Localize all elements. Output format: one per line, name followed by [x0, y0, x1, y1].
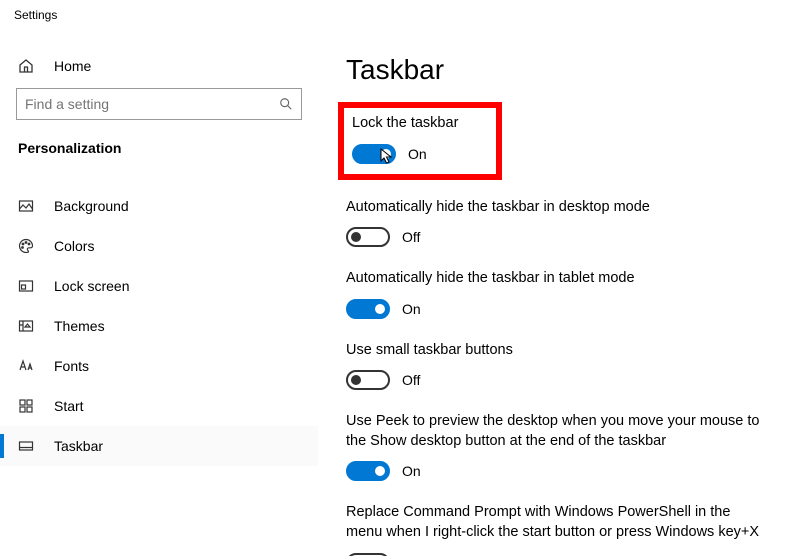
sidebar-item-label: Fonts [54, 358, 89, 374]
sidebar-item-colors[interactable]: Colors [0, 226, 318, 266]
setting-label: Lock the taskbar [352, 114, 458, 134]
toggle-powershell[interactable] [346, 553, 390, 556]
sidebar-item-themes[interactable]: Themes [0, 306, 318, 346]
setting-powershell: Replace Command Prompt with Windows Powe… [346, 503, 779, 556]
sidebar-item-start[interactable]: Start [0, 386, 318, 426]
home-icon [18, 58, 34, 74]
setting-label: Use Peek to preview the desktop when you… [346, 412, 766, 451]
toggle-autohide-tablet[interactable] [346, 299, 390, 319]
sidebar-item-label: Themes [54, 318, 105, 334]
setting-label: Replace Command Prompt with Windows Powe… [346, 503, 766, 542]
sidebar-item-label: Background [54, 198, 129, 214]
setting-label: Automatically hide the taskbar in tablet… [346, 269, 766, 289]
sidebar: Home Personalization [0, 30, 318, 556]
setting-autohide-desktop: Automatically hide the taskbar in deskto… [346, 198, 779, 248]
sidebar-item-label: Taskbar [54, 438, 103, 454]
nav-home[interactable]: Home [0, 48, 318, 84]
toggle-small-buttons[interactable] [346, 370, 390, 390]
sidebar-section-label: Personalization [0, 132, 318, 166]
image-icon [18, 198, 34, 214]
setting-autohide-tablet: Automatically hide the taskbar in tablet… [346, 269, 779, 319]
palette-icon [18, 238, 34, 254]
setting-label: Automatically hide the taskbar in deskto… [346, 198, 766, 218]
settings-window: Settings Home [0, 0, 803, 556]
setting-label: Use small taskbar buttons [346, 341, 766, 361]
fonts-icon [18, 358, 34, 374]
sidebar-item-background[interactable]: Background [0, 186, 318, 226]
search-field[interactable] [25, 96, 279, 112]
search-input[interactable] [16, 88, 302, 120]
content-pane: Taskbar Lock the taskbar On [318, 30, 803, 556]
sidebar-item-lockscreen[interactable]: Lock screen [0, 266, 318, 306]
sidebar-item-fonts[interactable]: Fonts [0, 346, 318, 386]
toggle-autohide-desktop[interactable] [346, 227, 390, 247]
toggle-state: Off [402, 229, 420, 245]
toggle-state: On [408, 146, 427, 162]
sidebar-item-label: Colors [54, 238, 94, 254]
toggle-state: On [402, 301, 421, 317]
taskbar-icon [18, 438, 34, 454]
start-icon [18, 398, 34, 414]
page-title: Taskbar [346, 54, 779, 86]
setting-lock-taskbar: Lock the taskbar On [352, 114, 458, 164]
toggle-lock-taskbar[interactable] [352, 144, 396, 164]
tutorial-highlight: Lock the taskbar On [338, 102, 502, 180]
setting-peek-preview: Use Peek to preview the desktop when you… [346, 412, 779, 481]
search-icon [279, 97, 293, 111]
sidebar-item-taskbar[interactable]: Taskbar [0, 426, 318, 466]
setting-small-buttons: Use small taskbar buttons Off [346, 341, 779, 391]
toggle-state: Off [402, 372, 420, 388]
window-titlebar: Settings [0, 0, 803, 30]
sidebar-item-label: Lock screen [54, 278, 129, 294]
nav-home-label: Home [54, 58, 91, 74]
themes-icon [18, 318, 34, 334]
lockscreen-icon [18, 278, 34, 294]
window-title: Settings [14, 8, 57, 22]
sidebar-item-label: Start [54, 398, 84, 414]
toggle-state: On [402, 463, 421, 479]
toggle-peek-preview[interactable] [346, 461, 390, 481]
